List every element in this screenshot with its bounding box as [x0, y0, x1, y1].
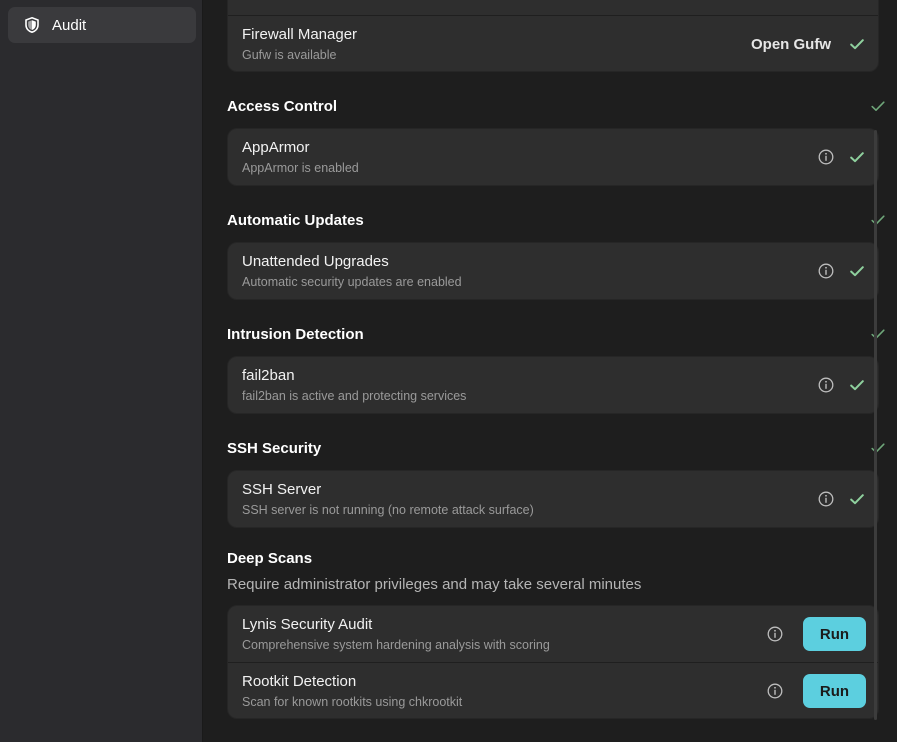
info-icon[interactable]	[817, 490, 835, 508]
unattended-upgrades-card: Unattended Upgrades Automatic security u…	[227, 242, 879, 300]
section-title: Intrusion Detection	[227, 325, 364, 343]
firewall-previous-row	[228, 0, 878, 15]
ssh-server-card: SSH Server SSH server is not running (no…	[227, 470, 879, 528]
apparmor-title: AppArmor	[242, 139, 310, 156]
info-icon[interactable]	[766, 625, 784, 643]
check-icon	[848, 148, 866, 166]
apparmor-row: AppArmor AppArmor is enabled	[228, 129, 878, 185]
check-icon	[848, 490, 866, 508]
info-icon[interactable]	[817, 262, 835, 280]
ssh-server-row: SSH Server SSH server is not running (no…	[228, 471, 878, 527]
open-gufw-button[interactable]: Open Gufw	[751, 36, 831, 53]
section-automatic-updates: Automatic Updates Unattended Upgrades Au…	[227, 208, 885, 300]
section-intrusion-detection: Intrusion Detection fail2ban fail2ban is…	[227, 322, 885, 414]
check-icon	[869, 211, 887, 229]
sidebar-item-audit[interactable]: Audit	[8, 7, 196, 43]
main-content: Firewall Manager Gufw is available Open …	[203, 0, 897, 742]
apparmor-subtitle: AppArmor is enabled	[242, 161, 359, 175]
info-icon[interactable]	[766, 682, 784, 700]
check-icon	[869, 97, 887, 115]
section-access-control: Access Control AppArmor AppArmor is enab…	[227, 94, 885, 186]
fail2ban-subtitle: fail2ban is active and protecting servic…	[242, 389, 467, 403]
firewall-card: Firewall Manager Gufw is available Open …	[227, 0, 879, 72]
check-icon	[848, 35, 866, 53]
apparmor-card: AppArmor AppArmor is enabled	[227, 128, 879, 186]
firewall-manager-row: Firewall Manager Gufw is available Open …	[228, 15, 878, 71]
check-icon	[869, 325, 887, 343]
run-lynis-button[interactable]: Run	[803, 617, 866, 651]
check-icon	[869, 439, 887, 457]
section-title: SSH Security	[227, 439, 322, 457]
section-title: Deep Scans	[227, 549, 313, 567]
shield-icon	[24, 17, 40, 33]
scrollbar[interactable]	[874, 130, 877, 720]
section-ssh-security: SSH Security SSH Server SSH server is no…	[227, 436, 885, 528]
fail2ban-title: fail2ban	[242, 367, 295, 384]
sidebar-item-label: Audit	[52, 16, 87, 34]
sidebar: Audit	[0, 0, 203, 742]
unattended-upgrades-title: Unattended Upgrades	[242, 253, 389, 270]
run-rootkit-button[interactable]: Run	[803, 674, 866, 708]
lynis-row: Lynis Security Audit Comprehensive syste…	[228, 606, 878, 662]
section-title: Access Control	[227, 97, 338, 115]
unattended-upgrades-subtitle: Automatic security updates are enabled	[242, 275, 462, 289]
deep-scans-card: Lynis Security Audit Comprehensive syste…	[227, 605, 879, 719]
rootkit-row: Rootkit Detection Scan for known rootkit…	[228, 662, 878, 718]
check-icon	[848, 376, 866, 394]
info-icon[interactable]	[817, 148, 835, 166]
content-column: Firewall Manager Gufw is available Open …	[227, 0, 885, 719]
check-icon	[848, 262, 866, 280]
fail2ban-row: fail2ban fail2ban is active and protecti…	[228, 357, 878, 413]
section-deep-scans: Deep Scans Require administrator privile…	[227, 546, 879, 719]
unattended-upgrades-row: Unattended Upgrades Automatic security u…	[228, 243, 878, 299]
fail2ban-card: fail2ban fail2ban is active and protecti…	[227, 356, 879, 414]
section-description: Require administrator privileges and may…	[227, 576, 642, 593]
info-icon[interactable]	[817, 376, 835, 394]
ssh-server-subtitle: SSH server is not running (no remote att…	[242, 503, 534, 517]
ssh-server-title: SSH Server	[242, 481, 322, 498]
section-title: Automatic Updates	[227, 211, 364, 229]
app-window: Audit Firewall Manager Gufw is available…	[0, 0, 897, 742]
